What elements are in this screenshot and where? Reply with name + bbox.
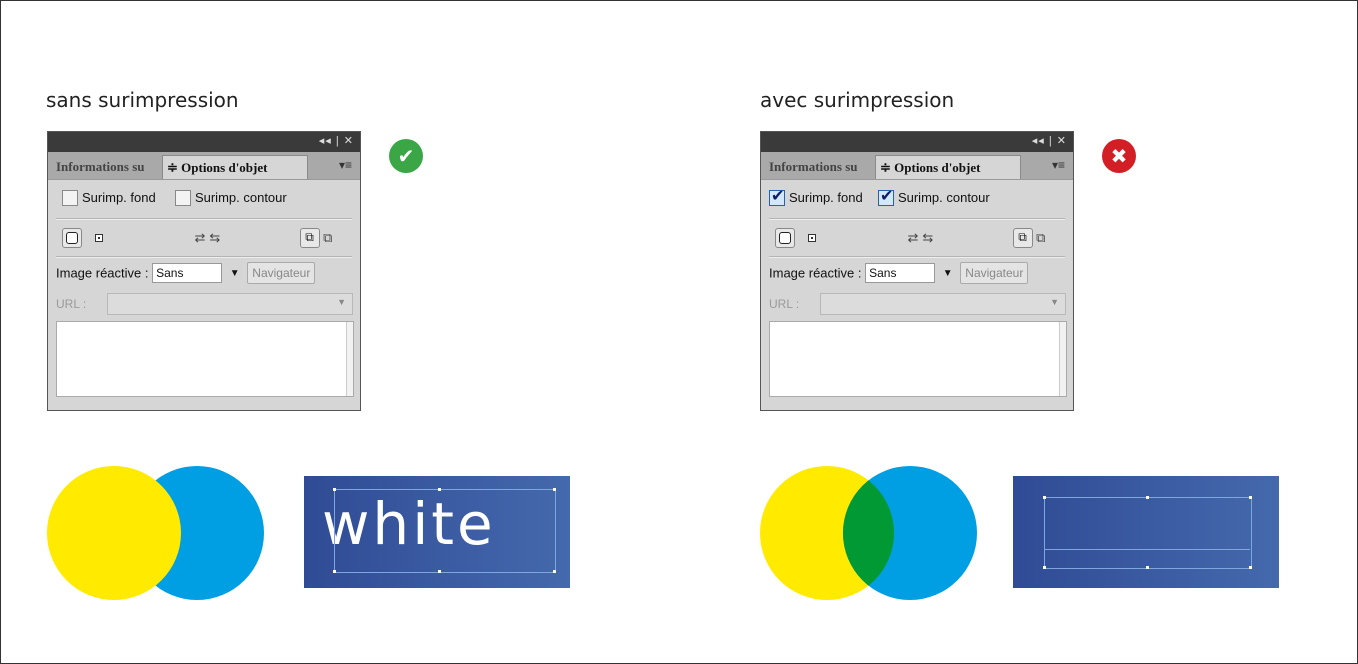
tab-object-options[interactable]: ≑ Options d'objet [875, 155, 1021, 179]
object-options-panel-right: ◂◂ | ✕ Informations su ≑ Options d'objet… [760, 131, 1074, 411]
scrollbar[interactable] [346, 322, 353, 396]
check-circle-icon: ✔ [389, 139, 423, 173]
collapse-close-icon[interactable]: ◂◂ | ✕ [1032, 134, 1067, 147]
tab-informations[interactable]: Informations su [765, 155, 881, 179]
circles-with-overprint [760, 466, 977, 600]
circles-no-overprint [47, 466, 264, 600]
tab-object-options[interactable]: ≑ Options d'objet [162, 155, 308, 179]
url-label: URL : [56, 297, 87, 311]
caption-left: sans surimpression [46, 88, 239, 112]
selection-handle[interactable] [553, 570, 556, 573]
dropdown-arrow-icon: ▼ [337, 297, 346, 307]
send-back-icon[interactable]: ⧉ [323, 230, 332, 245]
small-square-icon[interactable] [95, 234, 104, 242]
dropdown-arrow-icon: ▼ [1050, 297, 1059, 307]
url-input[interactable]: ▼ [107, 293, 353, 315]
selection-handle[interactable] [1249, 496, 1252, 499]
navigator-button[interactable]: Navigateur [247, 262, 316, 284]
image-reactive-row: Image réactive : Sans ▼ Navigateur [56, 262, 368, 284]
selection-bbox-right[interactable] [1044, 497, 1252, 569]
x-circle-icon: ✖ [1102, 139, 1136, 173]
yellow-circle [47, 466, 181, 600]
description-textarea[interactable] [56, 321, 354, 397]
swap-arrows-icon[interactable]: ⇄⇆ [908, 230, 938, 245]
collapse-close-icon[interactable]: ◂◂ | ✕ [319, 134, 354, 147]
overprint-fill-label: Surimp. fond [82, 190, 156, 206]
bring-front-icon[interactable]: ⧉ [299, 228, 320, 248]
overprint-fill-label: Surimp. fond [789, 190, 863, 206]
caption-right: avec surimpression [760, 88, 955, 112]
icon-row: ⇄⇆ ⧉ ⧉ [775, 228, 1087, 248]
shape-button-icon[interactable] [62, 228, 82, 248]
panel-menu-icon[interactable]: ▾≡ [1052, 158, 1065, 172]
icon-row: ⇄⇆ ⧉ ⧉ [62, 228, 374, 248]
selection-bbox-left[interactable] [334, 489, 556, 573]
shape-button-icon[interactable] [775, 228, 795, 248]
overprint-row: Surimp. fond Surimp. contour [769, 186, 1081, 206]
image-reactive-row: Image réactive : Sans ▼ Navigateur [769, 262, 1081, 284]
send-back-icon[interactable]: ⧉ [1036, 230, 1045, 245]
overprint-fill-checkbox[interactable] [769, 186, 785, 206]
selection-handle[interactable] [1043, 496, 1046, 499]
image-reactive-select[interactable]: Sans [865, 263, 936, 283]
separator [769, 218, 1065, 220]
image-reactive-label: Image réactive : [769, 265, 862, 281]
selection-handle[interactable] [333, 570, 336, 573]
overprint-row: Surimp. fond Surimp. contour [62, 189, 374, 206]
selection-handle[interactable] [553, 488, 556, 491]
dropdown-arrow-icon[interactable]: ▼ [943, 268, 953, 279]
image-reactive-label: Image réactive : [56, 265, 149, 281]
swap-arrows-icon[interactable]: ⇄⇆ [195, 230, 225, 245]
selection-handle[interactable] [1146, 496, 1149, 499]
tab-informations[interactable]: Informations su [52, 155, 168, 179]
image-reactive-select[interactable]: Sans [152, 263, 223, 283]
selection-handle[interactable] [1249, 566, 1252, 569]
selection-handle[interactable] [1043, 566, 1046, 569]
scrollbar[interactable] [1059, 322, 1066, 396]
navigator-button[interactable]: Navigateur [960, 262, 1029, 284]
dropdown-arrow-icon[interactable]: ▼ [230, 268, 240, 279]
panel-tabs: Informations su ≑ Options d'objet ▾≡ [48, 152, 360, 180]
url-input[interactable]: ▼ [820, 293, 1066, 315]
selection-handle[interactable] [333, 488, 336, 491]
url-label: URL : [769, 297, 800, 311]
separator [56, 218, 352, 220]
object-options-panel-left: ◂◂ | ✕ Informations su ≑ Options d'objet… [47, 131, 361, 411]
overprint-fill-checkbox[interactable] [62, 189, 78, 206]
description-textarea[interactable] [769, 321, 1067, 397]
overprint-stroke-label: Surimp. contour [897, 190, 990, 206]
overprint-stroke-label: Surimp. contour [194, 190, 287, 206]
panel-titlebar: ◂◂ | ✕ [761, 132, 1073, 152]
overprint-stroke-checkbox[interactable] [174, 189, 191, 206]
selection-handle[interactable] [1146, 566, 1149, 569]
separator [56, 256, 352, 258]
panel-titlebar: ◂◂ | ✕ [48, 132, 360, 152]
panel-menu-icon[interactable]: ▾≡ [339, 158, 352, 172]
text-baseline [1044, 549, 1250, 550]
overprint-stroke-checkbox[interactable] [877, 186, 894, 206]
small-square-icon[interactable] [808, 234, 817, 242]
selection-handle[interactable] [438, 488, 441, 491]
panel-tabs: Informations su ≑ Options d'objet ▾≡ [761, 152, 1073, 180]
bring-front-icon[interactable]: ⧉ [1012, 228, 1033, 248]
separator [769, 256, 1065, 258]
selection-handle[interactable] [438, 570, 441, 573]
